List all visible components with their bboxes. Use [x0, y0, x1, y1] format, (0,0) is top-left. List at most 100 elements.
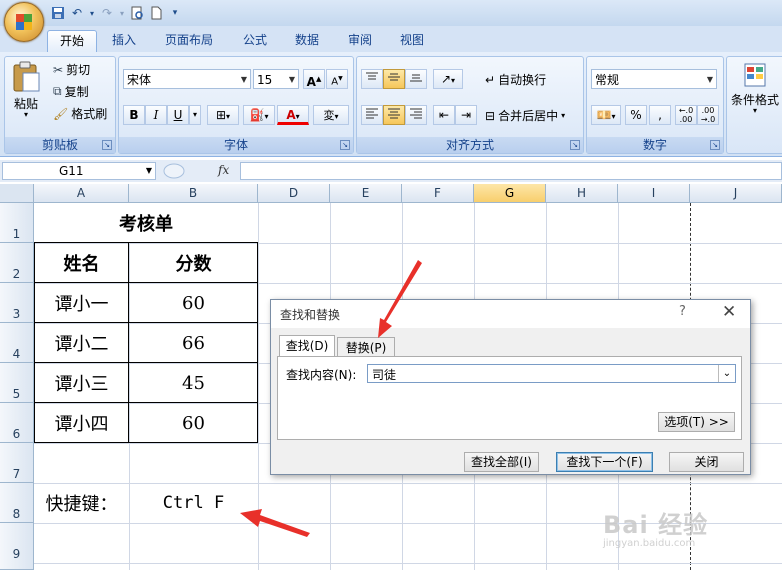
grow-font-button[interactable]: A▲	[303, 69, 325, 89]
copy-button[interactable]: ⧉ 复制	[53, 83, 89, 100]
tab-replace[interactable]: 替换(P)	[337, 337, 395, 357]
row-header[interactable]: 7	[0, 443, 34, 483]
sheet-title-cell[interactable]: 考核单	[34, 203, 258, 243]
name-cell[interactable]: 谭小三	[34, 363, 129, 403]
close-icon[interactable]: ✕	[722, 302, 736, 322]
decrease-indent-button[interactable]: ⇤	[433, 105, 455, 125]
align-center-button[interactable]	[383, 105, 405, 125]
column-header-h[interactable]: H	[546, 184, 618, 203]
increase-indent-button[interactable]: ⇥	[455, 105, 477, 125]
tab-view[interactable]: 视图	[390, 30, 434, 52]
increase-decimal-button[interactable]: ←.0.00	[675, 105, 697, 125]
name-cell[interactable]: 谭小二	[34, 323, 129, 363]
dialog-launcher-icon[interactable]: ↘	[570, 140, 580, 150]
fill-color-button[interactable]: ⛽▾	[243, 105, 275, 125]
conditional-format-button[interactable]: 条件格式 ▾	[731, 61, 779, 115]
number-format-combo[interactable]: 常规 ▼	[591, 69, 717, 89]
column-header-d[interactable]: D	[258, 184, 330, 203]
help-icon[interactable]: ?	[679, 304, 686, 319]
tab-review[interactable]: 审阅	[338, 30, 382, 52]
row-header[interactable]: 5	[0, 363, 34, 403]
format-painter-button[interactable]: 🖌 格式刷	[53, 105, 107, 122]
header-score-cell[interactable]: 分数	[129, 243, 258, 283]
save-icon[interactable]	[50, 5, 66, 21]
font-size-combo[interactable]: 15 ▼	[253, 69, 299, 89]
name-box[interactable]: G11 ▼	[2, 162, 156, 180]
row-header[interactable]: 1	[0, 203, 34, 243]
redo-icon[interactable]: ↷	[99, 5, 115, 21]
row-header[interactable]: 6	[0, 403, 34, 443]
header-name-cell[interactable]: 姓名	[34, 243, 129, 283]
column-header-a[interactable]: A	[34, 184, 129, 203]
redo-dropdown-icon[interactable]: ▾	[118, 5, 126, 21]
column-header-i[interactable]: I	[618, 184, 690, 203]
undo-icon[interactable]: ↶	[69, 5, 85, 21]
align-bottom-button[interactable]	[405, 69, 427, 89]
tab-formulas[interactable]: 公式	[233, 30, 277, 52]
customize-qat-icon[interactable]: ▾	[167, 5, 183, 21]
paste-button[interactable]: 粘贴 ▾	[11, 61, 41, 119]
align-middle-button[interactable]	[383, 69, 405, 89]
borders-button[interactable]: ⊞▾	[207, 105, 239, 125]
print-preview-icon[interactable]	[129, 5, 145, 21]
formula-input[interactable]	[240, 162, 782, 180]
tab-page-layout[interactable]: 页面布局	[154, 30, 224, 52]
tab-insert[interactable]: 插入	[102, 30, 146, 52]
align-top-button[interactable]	[361, 69, 383, 89]
tab-home[interactable]: 开始	[47, 30, 97, 53]
undo-dropdown-icon[interactable]: ▾	[88, 5, 96, 21]
percent-button[interactable]: %	[625, 105, 647, 125]
merge-center-button[interactable]: ⊟ 合并后居中 ▾	[485, 107, 565, 124]
decrease-decimal-button[interactable]: .00 →.0	[697, 105, 719, 125]
italic-button[interactable]: I	[145, 105, 167, 125]
underline-button[interactable]: U	[167, 105, 189, 125]
dialog-launcher-icon[interactable]: ↘	[340, 140, 350, 150]
name-cell[interactable]: 谭小四	[34, 403, 129, 443]
column-header-e[interactable]: E	[330, 184, 402, 203]
bold-button[interactable]: B	[123, 105, 145, 125]
phonetic-button[interactable]: 変▾	[313, 105, 349, 125]
find-next-button[interactable]: 查找下一个(F)	[556, 452, 653, 472]
comma-button[interactable]: ,	[649, 105, 671, 125]
row-header[interactable]: 3	[0, 283, 34, 323]
column-header-b[interactable]: B	[129, 184, 258, 203]
options-button[interactable]: 选项(T) >>	[658, 412, 735, 432]
wrap-text-button[interactable]: ↵ 自动换行	[485, 71, 546, 88]
office-button[interactable]	[4, 2, 44, 42]
dialog-launcher-icon[interactable]: ↘	[102, 140, 112, 150]
find-all-button[interactable]: 查找全部(I)	[464, 452, 539, 472]
tab-data[interactable]: 数据	[285, 30, 329, 52]
underline-dropdown-icon[interactable]: ▾	[189, 105, 201, 125]
dialog-launcher-icon[interactable]: ↘	[710, 140, 720, 150]
orientation-button[interactable]: ↗▾	[433, 69, 463, 89]
column-header-j[interactable]: J	[690, 184, 782, 203]
score-cell[interactable]: 60	[129, 283, 258, 323]
cut-button[interactable]: ✂ 剪切	[53, 61, 90, 78]
align-left-button[interactable]	[361, 105, 383, 125]
new-document-icon[interactable]	[148, 5, 164, 21]
score-cell[interactable]: 60	[129, 403, 258, 443]
column-header-g[interactable]: G	[474, 184, 546, 203]
formula-cancel-icon[interactable]	[162, 162, 186, 180]
score-cell[interactable]: 45	[129, 363, 258, 403]
name-cell[interactable]: 谭小一	[34, 283, 129, 323]
column-header-f[interactable]: F	[402, 184, 474, 203]
currency-button[interactable]: 💴▾	[591, 105, 621, 125]
paste-dropdown-icon[interactable]: ▾	[24, 110, 28, 119]
row-header[interactable]: 4	[0, 323, 34, 363]
tab-find[interactable]: 查找(D)	[279, 335, 335, 357]
close-button[interactable]: 关闭	[669, 452, 744, 472]
row-header[interactable]: 8	[0, 483, 34, 523]
select-all-corner[interactable]	[0, 184, 34, 203]
score-cell[interactable]: 66	[129, 323, 258, 363]
find-what-input[interactable]: 司徒 ⌄	[367, 364, 736, 383]
row-header[interactable]: 9	[0, 523, 34, 570]
shortcut-label-cell[interactable]: 快捷键：	[34, 483, 129, 523]
row-header[interactable]: 2	[0, 243, 34, 283]
font-name-combo[interactable]: 宋体 ▼	[123, 69, 251, 89]
font-color-button[interactable]: A▾	[277, 105, 309, 125]
chevron-down-icon[interactable]: ⌄	[718, 365, 735, 382]
insert-function-icon[interactable]: fx	[218, 163, 229, 177]
align-right-button[interactable]	[405, 105, 427, 125]
shrink-font-button[interactable]: A▼	[326, 69, 348, 89]
